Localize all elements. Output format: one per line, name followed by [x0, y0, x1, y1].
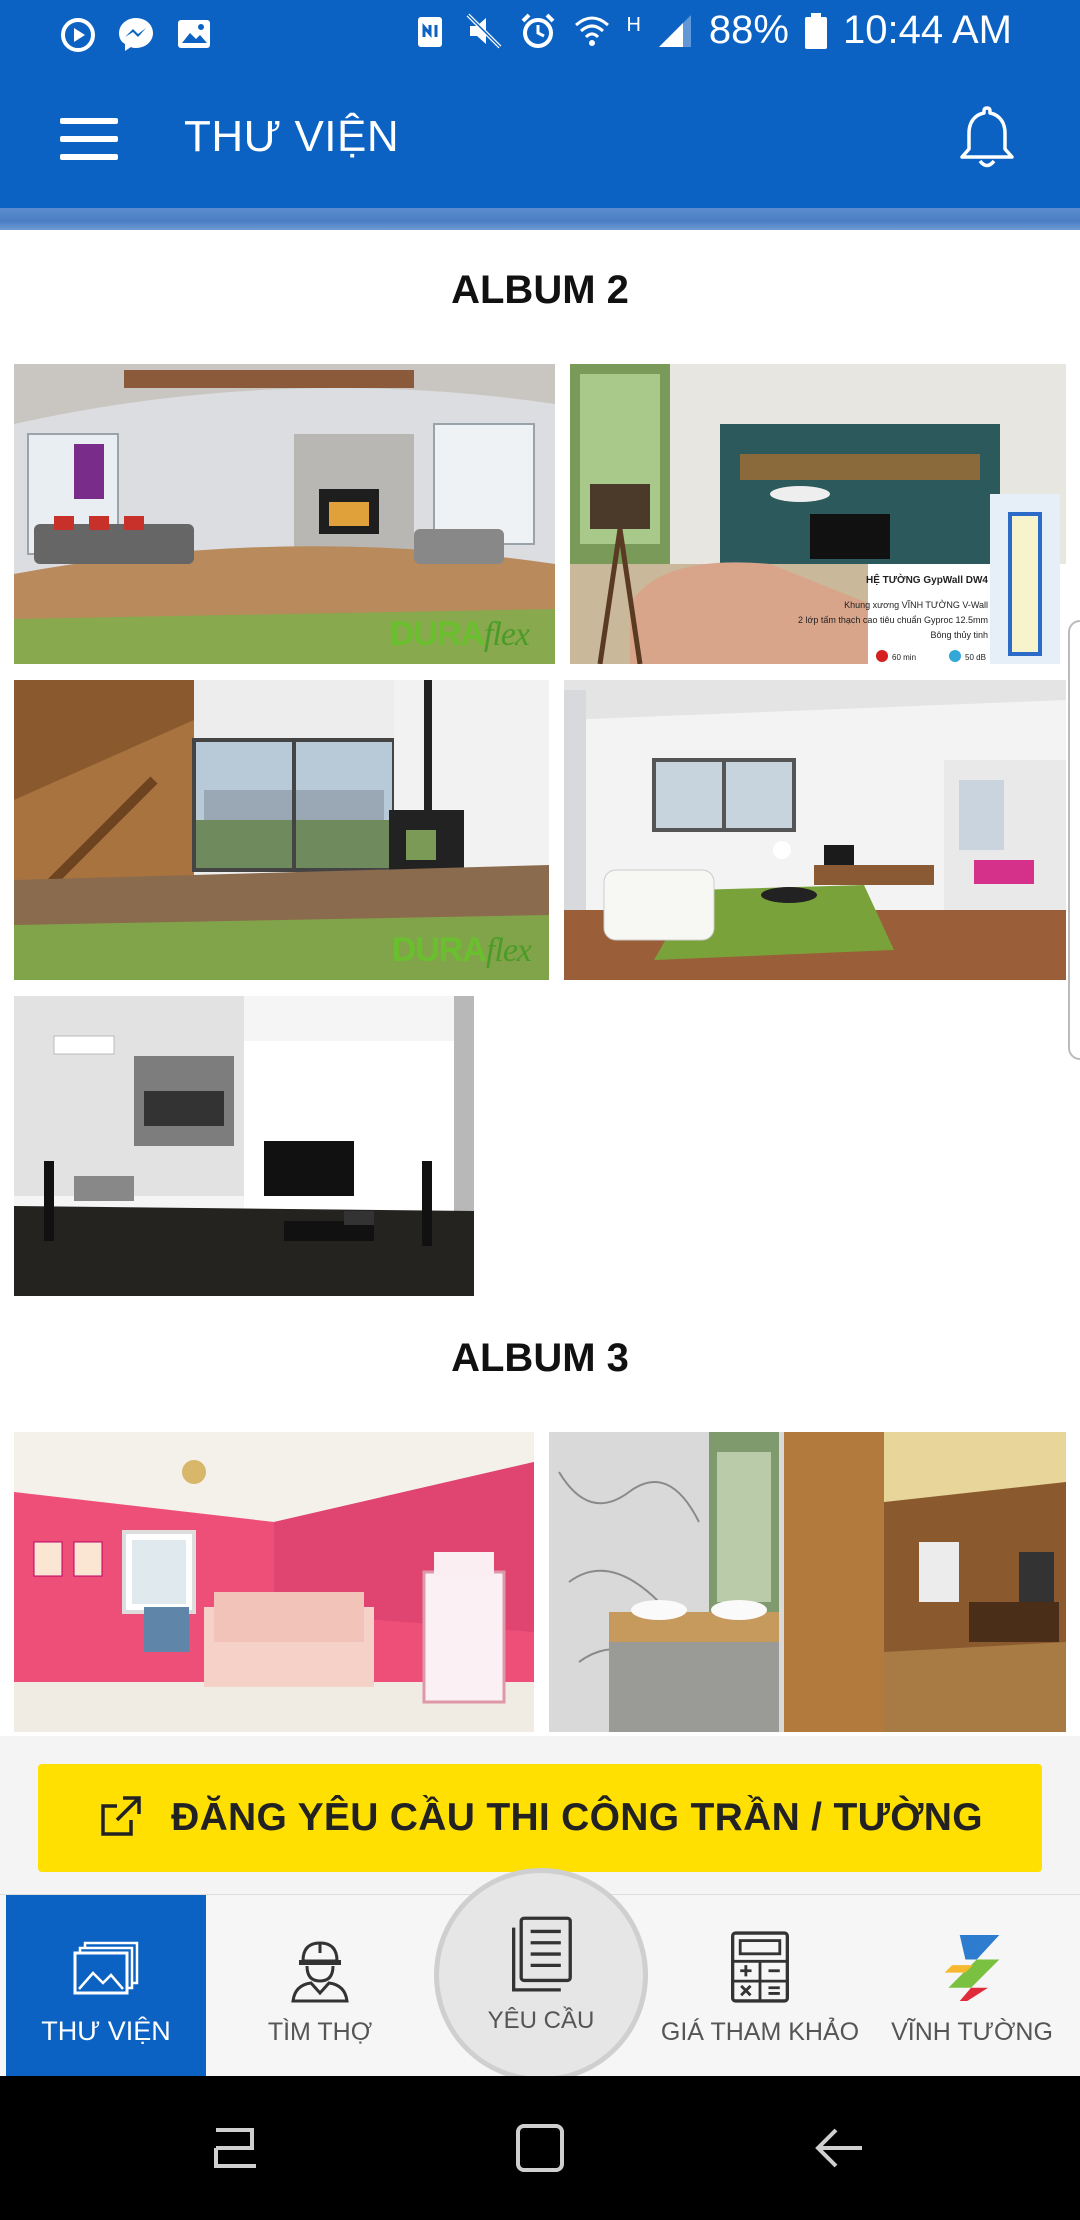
media-play-icon — [58, 14, 98, 54]
recent-apps-icon[interactable] — [204, 2116, 268, 2180]
overlay-line: Bông thủy tinh — [930, 630, 988, 640]
nav-item-price-reference[interactable]: GIÁ THAM KHẢO — [660, 1895, 860, 2077]
messenger-icon — [116, 14, 156, 54]
scroll-handle[interactable] — [1068, 620, 1080, 1060]
overlay-heading: HỆ TƯỜNG GypWall DW4 — [866, 573, 988, 586]
nav-item-find-worker[interactable]: TÌM THỢ — [220, 1895, 420, 2077]
document-list-icon — [508, 1916, 574, 1999]
nav-item-library[interactable]: THƯ VIỆN — [6, 1895, 206, 2077]
notification-bell-icon[interactable] — [954, 102, 1020, 174]
worker-helmet-icon — [285, 1933, 355, 2008]
album-photo[interactable]: DURAflex — [14, 680, 549, 980]
back-icon[interactable] — [810, 2116, 874, 2180]
network-type: H — [626, 14, 641, 36]
calculator-icon — [727, 1931, 793, 2008]
clock: 10:44 AM — [842, 8, 1012, 52]
photo-white-living-room — [564, 680, 1066, 980]
nav-label: YÊU CẦU — [487, 2006, 595, 2034]
external-link-icon — [97, 1792, 145, 1845]
album-photo[interactable] — [14, 996, 474, 1296]
nav-label: VĨNH TƯỜNG — [891, 2018, 1053, 2046]
brand-logo-icon — [939, 1931, 1005, 2008]
photo-marble-bathroom-hallway — [549, 1432, 1066, 1732]
nfc-icon — [410, 11, 450, 51]
album-photo[interactable] — [564, 680, 1066, 980]
overlay-line: Khung xương VĨNH TƯỜNG V-Wall — [844, 600, 988, 610]
home-icon[interactable] — [508, 2116, 572, 2180]
wifi-icon — [572, 11, 612, 51]
overlay-badge: 50 dB — [965, 653, 986, 662]
album-title: ALBUM 2 — [451, 268, 629, 312]
nav-label: TÌM THỢ — [267, 2018, 373, 2046]
overlay-badge: 60 min — [892, 653, 916, 662]
banner-strip — [0, 208, 1080, 230]
signal-icon — [655, 11, 695, 51]
request-construction-button[interactable]: ĐĂNG YÊU CẦU THI CÔNG TRẦN / TƯỜNG — [38, 1764, 1042, 1872]
album-photo[interactable]: HỆ TƯỜNG GypWall DW4 Khung xương VĨNH TƯ… — [570, 364, 1066, 664]
nav-item-vinh-tuong[interactable]: VĨNH TƯỜNG — [872, 1895, 1072, 2077]
overlay-line: 2 lớp tấm thạch cao tiêu chuẩn Gyproc 12… — [798, 615, 988, 625]
album-title: ALBUM 3 — [451, 1336, 629, 1380]
request-construction-label: ĐĂNG YÊU CẦU THI CÔNG TRẦN / TƯỜNG — [171, 1796, 983, 1839]
status-bar: H 88% 10:44 AM — [0, 0, 1080, 72]
album-photo[interactable]: DURAflex — [14, 364, 555, 664]
battery-percent: 88% — [708, 8, 789, 52]
nav-item-request[interactable]: YÊU CẦU — [434, 1868, 648, 2082]
mute-icon — [464, 11, 504, 51]
nav-label: THƯ VIỆN — [41, 2016, 171, 2046]
page-title: THƯ VIỆN — [184, 112, 400, 161]
album-photo[interactable] — [549, 1432, 1066, 1732]
photo-pink-kids-bedroom — [14, 1432, 534, 1732]
app-bar: THƯ VIỆN — [0, 72, 1080, 208]
hamburger-menu-icon[interactable] — [60, 114, 126, 166]
duraflex-watermark: DURAflex — [389, 615, 530, 653]
gallery-stack-icon — [71, 1941, 141, 2006]
alarm-icon — [518, 11, 558, 51]
album-photo[interactable] — [14, 1432, 534, 1732]
photo-modern-black-white-room — [14, 996, 474, 1296]
duraflex-watermark: DURAflex — [391, 931, 532, 969]
gallery-icon — [174, 14, 214, 54]
nav-label: GIÁ THAM KHẢO — [660, 2018, 860, 2046]
photo-living-room-teal-wall: HỆ TƯỜNG GypWall DW4 Khung xương VĨNH TƯ… — [570, 364, 1066, 664]
system-navigation-bar — [0, 2076, 1080, 2220]
battery-icon — [803, 11, 829, 51]
